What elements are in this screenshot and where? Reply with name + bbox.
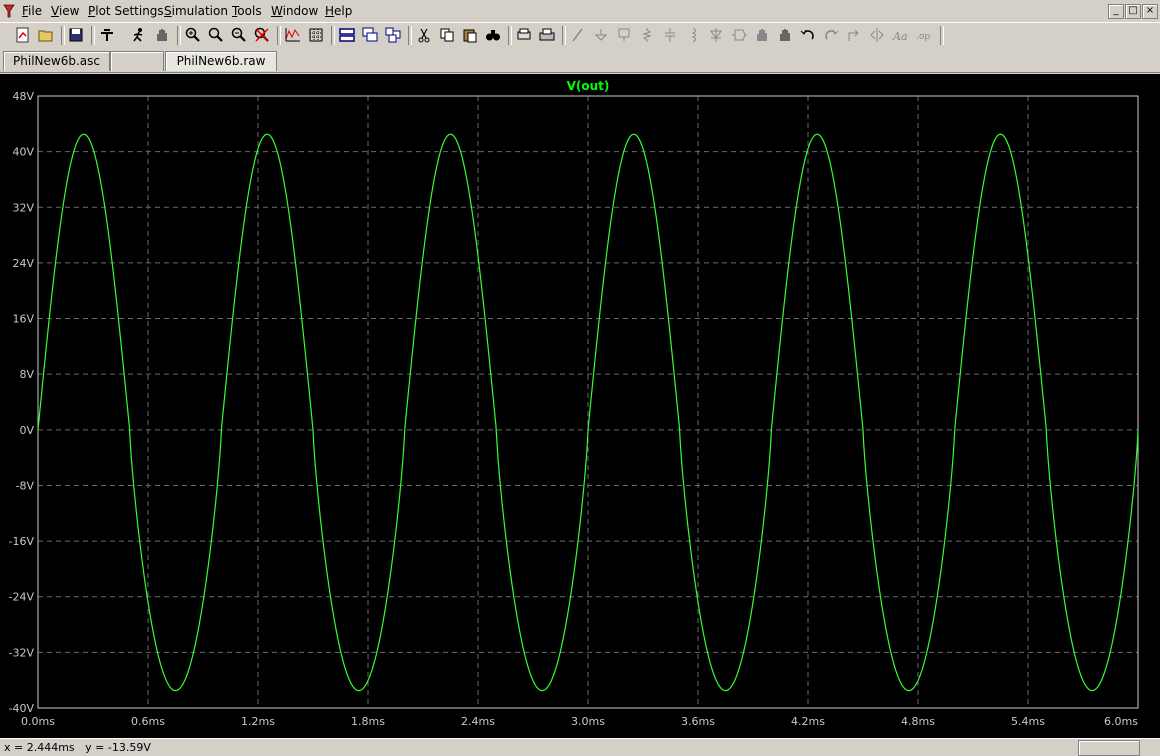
spice-directive-icon: .op <box>913 25 933 45</box>
y-tick-label: -8V <box>16 479 35 492</box>
status-bar: x = 2.444ms y = -13.59V <box>0 738 1160 756</box>
y-tick-label: 16V <box>12 313 34 326</box>
tab-empty[interactable] <box>110 51 164 71</box>
status-panel <box>1078 740 1140 756</box>
ground-icon <box>591 25 611 45</box>
menu-file[interactable]: File <box>22 4 42 18</box>
print-icon[interactable] <box>537 25 557 45</box>
x-tick-label: 3.0ms <box>571 715 605 728</box>
run-icon[interactable] <box>129 25 149 45</box>
cursor-readout: x = 2.444ms y = -13.59V <box>4 741 151 754</box>
y-tick-label: 40V <box>12 146 34 159</box>
menu-tools[interactable]: Tools <box>232 4 262 18</box>
menu-plot-settings[interactable]: Plot Settings <box>88 4 164 18</box>
toolbar-separator <box>91 26 95 45</box>
label-net-icon <box>614 25 634 45</box>
text-icon: Aa <box>890 25 910 45</box>
x-tick-label: 6.0ms <box>1104 715 1138 728</box>
svg-text:Aa: Aa <box>892 30 908 43</box>
component-icon <box>729 25 749 45</box>
x-tick-label: 5.4ms <box>1011 715 1045 728</box>
zoom-in-icon[interactable] <box>183 25 203 45</box>
rotate-icon <box>844 25 864 45</box>
copy-icon[interactable] <box>437 25 457 45</box>
trace-label[interactable]: V(out) <box>567 79 610 93</box>
mirror-icon <box>867 25 887 45</box>
tab-schematic[interactable]: PhilNew6b.asc <box>3 51 110 71</box>
zoom-out-icon[interactable] <box>229 25 249 45</box>
drag-hand-icon <box>775 25 795 45</box>
undo-icon[interactable] <box>798 25 818 45</box>
x-tick-label: 1.8ms <box>351 715 385 728</box>
restore-button[interactable]: □ <box>1125 4 1141 19</box>
x-tick-label: 3.6ms <box>681 715 715 728</box>
y-tick-label: 32V <box>12 201 34 214</box>
document-tabs: PhilNew6b.asc PhilNew6b.raw <box>0 49 1160 73</box>
minimize-button[interactable]: _ <box>1108 4 1124 19</box>
toolbar-separator <box>562 26 566 45</box>
tile-vertical-icon[interactable] <box>383 25 403 45</box>
app-icon <box>3 4 15 18</box>
x-tick-label: 2.4ms <box>461 715 495 728</box>
inductor-icon <box>683 25 703 45</box>
save-icon[interactable] <box>66 25 86 45</box>
menu-simulation[interactable]: Simulation <box>164 4 228 18</box>
resistor-icon <box>637 25 657 45</box>
y-tick-label: -40V <box>9 702 35 715</box>
waveform-plot[interactable]: V(out) 48V 40V 32V 24V 16V 8V 0V -8V -16V -24V -32… <box>0 74 1160 738</box>
close-button[interactable]: × <box>1142 4 1158 19</box>
move-hand-icon <box>752 25 772 45</box>
autorange-icon[interactable] <box>283 25 303 45</box>
cut-icon[interactable] <box>414 25 434 45</box>
y-tick-label: -32V <box>9 646 35 659</box>
y-tick-label: -16V <box>9 535 35 548</box>
menu-bar: File View Plot Settings Simulation Tools… <box>0 0 1160 22</box>
window-controls: _ □ × <box>1107 2 1158 19</box>
print-preview-icon[interactable] <box>514 25 534 45</box>
control-panel-icon[interactable] <box>97 25 117 45</box>
toolbar-separator <box>277 26 281 45</box>
draw-wire-icon <box>568 25 588 45</box>
plot-svg[interactable]: V(out) 48V 40V 32V 24V 16V 8V 0V -8V -16V -24V -32… <box>0 74 1160 738</box>
toolbar-separator <box>940 26 944 45</box>
menu-help[interactable]: Help <box>325 4 352 18</box>
paste-icon[interactable] <box>460 25 480 45</box>
redo-icon <box>821 25 841 45</box>
x-tick-label: 0.6ms <box>131 715 165 728</box>
grid-toggle-icon[interactable] <box>306 25 326 45</box>
x-tick-label: 4.8ms <box>901 715 935 728</box>
cascade-icon[interactable] <box>360 25 380 45</box>
y-tick-label: -24V <box>9 591 35 604</box>
toolbar-separator <box>177 26 181 45</box>
toolbar: Aa .op <box>0 22 1160 49</box>
menu-window[interactable]: Window <box>271 4 318 18</box>
open-folder-icon[interactable] <box>36 25 56 45</box>
halt-hand-icon[interactable] <box>152 25 172 45</box>
zoom-cancel-icon[interactable] <box>252 25 272 45</box>
y-tick-label: 48V <box>12 90 34 103</box>
x-tick-label: 4.2ms <box>791 715 825 728</box>
toolbar-separator <box>61 26 65 45</box>
capacitor-icon <box>660 25 680 45</box>
y-tick-label: 0V <box>19 424 34 437</box>
toolbar-separator <box>408 26 412 45</box>
y-tick-label: 24V <box>12 257 34 270</box>
new-schematic-icon[interactable] <box>13 25 33 45</box>
tile-horizontal-icon[interactable] <box>337 25 357 45</box>
x-tick-label: 0.0ms <box>21 715 55 728</box>
toolbar-separator <box>331 26 335 45</box>
zoom-pan-icon[interactable] <box>206 25 226 45</box>
toolbar-separator <box>508 26 512 45</box>
svg-text:.op: .op <box>916 32 930 42</box>
diode-icon <box>706 25 726 45</box>
find-binoculars-icon[interactable] <box>483 25 503 45</box>
menu-view[interactable]: View <box>51 4 79 18</box>
tab-waveform[interactable]: PhilNew6b.raw <box>165 51 277 71</box>
y-tick-label: 8V <box>19 368 34 381</box>
x-tick-label: 1.2ms <box>241 715 275 728</box>
